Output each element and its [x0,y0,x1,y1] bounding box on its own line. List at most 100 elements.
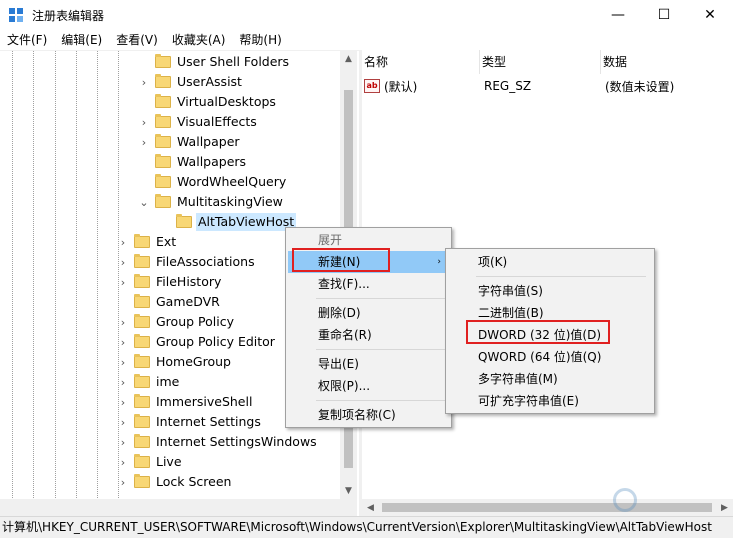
folder-icon [134,234,150,248]
chevron-right-icon[interactable]: › [118,472,128,492]
folder-icon [155,94,171,108]
folder-icon [134,394,150,408]
folder-icon [134,414,150,428]
menu-item[interactable]: 复制项名称(C) [288,404,449,426]
tree-item[interactable]: AltTabViewHost [160,212,297,232]
tree-item[interactable]: › Internet Settings [118,412,263,432]
tree-item[interactable]: GameDVR [118,292,222,312]
expander-placeholder [139,172,149,192]
tree-item[interactable]: › ImmersiveShell [118,392,254,412]
chevron-right-icon[interactable]: › [118,432,128,452]
list-header: 名称 类型 数据 [362,50,733,74]
menu-item-label: 多字符串值(M) [478,372,558,386]
folder-icon [134,354,150,368]
tree-item[interactable]: › UserAssist [139,72,244,92]
tree-item-label: MultitaskingView [177,194,283,209]
tree-item[interactable]: › HomeGroup [118,352,233,372]
menu-item[interactable]: 删除(D) [288,302,449,324]
tree-item[interactable]: › Group Policy Editor [118,332,277,352]
tree-item[interactable]: › FileAssociations [118,252,257,272]
tree-item-label: GameDVR [156,294,220,309]
scroll-down-icon[interactable]: ▼ [340,482,357,499]
column-type[interactable]: 类型 [480,50,601,74]
tree-item-label: Internet Settings [156,414,261,429]
menu-edit[interactable]: 编辑(E) [54,30,109,50]
menu-item[interactable]: 二进制值(B) [448,302,652,324]
expander-placeholder [139,152,149,172]
tree-item[interactable]: WordWheelQuery [139,172,288,192]
menu-file[interactable]: 文件(F) [0,30,54,50]
menu-item-label: 删除(D) [318,306,361,320]
chevron-right-icon[interactable]: › [139,112,149,132]
chevron-right-icon[interactable]: › [118,252,128,272]
chevron-right-icon[interactable]: › [118,412,128,432]
tree-item[interactable]: ⌄ MultitaskingView [139,192,285,212]
maximize-button[interactable]: ☐ [641,0,687,30]
tree-item[interactable]: › Internet SettingsWindows [118,432,319,452]
submenu-arrow-icon: › [437,257,441,267]
menu-item[interactable]: QWORD (64 位)值(Q) [448,346,652,368]
scroll-up-icon[interactable]: ▲ [340,50,357,67]
chevron-right-icon[interactable]: › [118,352,128,372]
menu-view[interactable]: 查看(V) [109,30,165,50]
scroll-left-icon[interactable]: ◀ [362,499,379,516]
expander-placeholder [139,92,149,112]
tree-item[interactable]: › Group Policy [118,312,236,332]
value-name: (默认) [384,79,418,94]
menu-item[interactable]: 新建(N) › [288,251,449,273]
menu-item[interactable]: 项(K) [448,251,652,273]
menu-item[interactable]: 多字符串值(M) [448,368,652,390]
menu-item[interactable]: 权限(P)... [288,375,449,397]
chevron-right-icon[interactable]: › [118,312,128,332]
menu-item[interactable]: 字符串值(S) [448,280,652,302]
column-name[interactable]: 名称 [362,50,480,74]
menu-item: 展开 [288,229,449,251]
menu-item-label: DWORD (32 位)值(D) [478,328,601,342]
chevron-down-icon[interactable]: ⌄ [139,192,149,212]
menu-item-label: 展开 [318,233,343,247]
tree-item-label: Group Policy Editor [156,334,275,349]
menu-item[interactable]: 可扩充字符串值(E) [448,390,652,412]
menu-favorites[interactable]: 收藏夹(A) [165,30,233,50]
chevron-right-icon[interactable]: › [118,232,128,252]
tree-item-label: HomeGroup [156,354,231,369]
tree-item[interactable]: › Live [118,452,184,472]
tree-item-label: VisualEffects [177,114,257,129]
tree-item-label: VirtualDesktops [177,94,276,109]
tree-item[interactable]: › FileHistory [118,272,223,292]
menu-separator [316,349,446,350]
chevron-right-icon[interactable]: › [139,72,149,92]
tree-item-label: WordWheelQuery [177,174,287,189]
chevron-right-icon[interactable]: › [118,272,128,292]
tree-item[interactable]: › Wallpaper [139,132,242,152]
menu-help[interactable]: 帮助(H) [232,30,288,50]
minimize-button[interactable]: — [595,0,641,30]
menu-item-label: 查找(F)... [318,277,370,291]
chevron-right-icon[interactable]: › [118,332,128,352]
close-button[interactable]: ✕ [687,0,733,30]
tree-item[interactable]: › ime [118,372,181,392]
menu-item[interactable]: DWORD (32 位)值(D) [448,324,652,346]
tree-item[interactable]: User Shell Folders [139,52,291,72]
menu-item[interactable]: 查找(F)... [288,273,449,295]
tree-item[interactable]: › Ext [118,232,178,252]
close-icon: ✕ [704,7,716,23]
chevron-right-icon[interactable]: › [118,392,128,412]
chevron-right-icon[interactable]: › [139,132,149,152]
menu-item[interactable]: 重命名(R) [288,324,449,346]
tree-item[interactable]: › VisualEffects [139,112,259,132]
expander-placeholder [139,52,149,72]
column-data[interactable]: 数据 [601,50,733,74]
chevron-right-icon[interactable]: › [118,372,128,392]
tree-horizontal-scrollbar[interactable] [0,499,357,516]
list-item[interactable]: ab (默认) REG_SZ (数值未设置) [362,76,674,96]
folder-icon [176,214,192,228]
menu-item[interactable]: 导出(E) [288,353,449,375]
tree-item[interactable]: VirtualDesktops [139,92,278,112]
tree-item[interactable]: Wallpapers [139,152,248,172]
chevron-right-icon[interactable]: › [118,452,128,472]
tree-item[interactable]: › Lock Screen [118,472,233,492]
tree-item-label: FileAssociations [156,254,255,269]
folder-icon [134,294,150,308]
folder-icon [134,334,150,348]
